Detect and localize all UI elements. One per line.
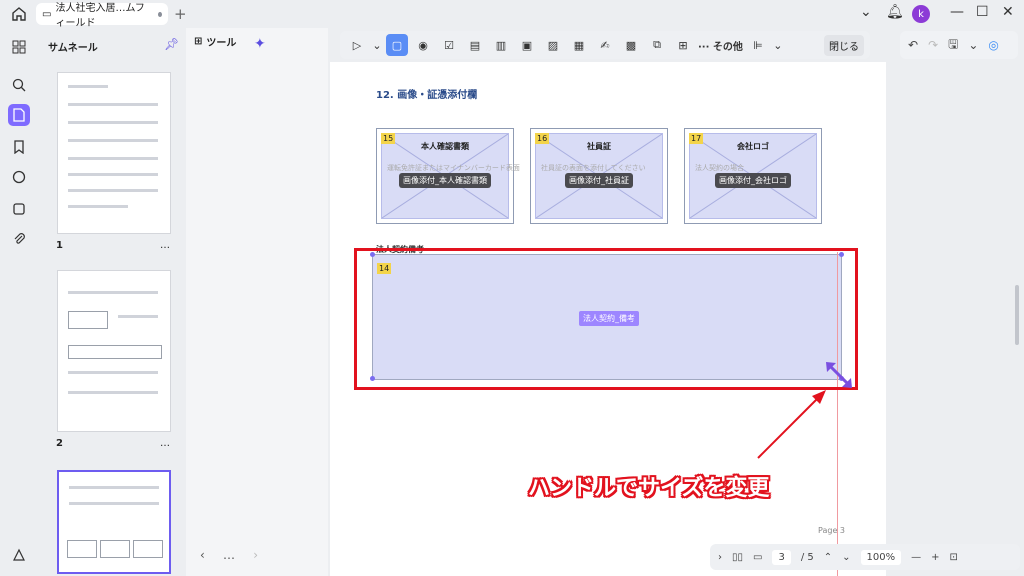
maximize-button[interactable]: ☐ [976, 4, 989, 20]
callout-arrow-icon [757, 390, 826, 459]
stamp-icon[interactable] [8, 198, 30, 220]
page-more-icon[interactable]: … [160, 240, 170, 251]
align-icon[interactable]: ⊫ [747, 34, 769, 56]
save-icon[interactable]: 🖫︎ [948, 35, 958, 56]
thumbnail-panel: サムネール 📌︎ 1 … 2 … [38, 28, 184, 576]
chevron-left-icon[interactable]: ‹ [200, 548, 205, 562]
presentation-icon[interactable]: ▭ [753, 552, 762, 563]
list-box-icon[interactable]: ▥ [490, 34, 512, 56]
minimize-button[interactable]: — [950, 4, 964, 20]
paperclip-icon[interactable] [8, 228, 30, 250]
image-field-icon[interactable]: ▢ [386, 34, 408, 56]
chevron-right-icon[interactable]: › [253, 548, 258, 562]
page-icon[interactable] [8, 104, 30, 126]
home-icon[interactable] [10, 5, 28, 23]
undo-icon[interactable]: ↶ [908, 38, 918, 52]
field-hint: 法人契約の場合 [695, 164, 744, 172]
field-label: 本人確認書類 [421, 142, 469, 151]
page-thumbnail-1[interactable] [57, 72, 171, 234]
more-icon[interactable]: … [223, 548, 235, 562]
reading-mode-icon[interactable]: ▯▯ [732, 552, 743, 563]
grid-icon[interactable] [8, 36, 30, 58]
checkbox-icon[interactable]: ☑ [438, 34, 460, 56]
grid-icon[interactable]: ⊞ [672, 34, 694, 56]
tab-close-dot[interactable] [158, 11, 162, 17]
close-toolbar-button[interactable]: 閉じる [824, 34, 864, 56]
comment-icon[interactable] [8, 166, 30, 188]
page-total: / 5 [800, 551, 814, 563]
scrollbar[interactable] [1015, 285, 1019, 345]
bell-icon[interactable]: 🔔︎ [886, 4, 904, 20]
sparkle-icon[interactable]: ✦ [254, 36, 266, 52]
image-icon[interactable]: ▨ [542, 34, 564, 56]
thumbnail-title: サムネール [48, 43, 98, 54]
close-window-button[interactable]: ✕ [1002, 4, 1014, 20]
barcode-icon[interactable]: ▩ [620, 34, 642, 56]
left-rail [0, 28, 38, 576]
field-hint: 運転免許証またはマイナンバーカード表面 [387, 164, 520, 172]
zoom-level[interactable]: 100% [860, 549, 902, 565]
avatar[interactable]: k [912, 5, 930, 23]
page-label: Page 3 [818, 526, 845, 535]
search-icon[interactable] [8, 74, 30, 96]
redo-icon[interactable]: ↷ [928, 38, 938, 52]
zoom-out-icon[interactable]: — [911, 552, 921, 563]
page-more-icon[interactable]: … [160, 438, 170, 449]
callout-text: ハンドルでサイズを変更 [528, 476, 770, 501]
field-name-chip: 画像添付_会社ロゴ [715, 173, 791, 188]
comment-icon: ▭ [42, 8, 52, 20]
tools-button[interactable]: ⊞ ツール [194, 34, 236, 49]
more-tools-label: その他 [712, 41, 743, 53]
page-number-1: 1 [56, 240, 63, 251]
pin-icon[interactable]: 📌︎ [164, 37, 179, 51]
zoom-in-icon[interactable]: + [931, 552, 939, 563]
chevron-down-icon[interactable]: ⌄ [372, 34, 382, 56]
chevron-down-icon[interactable]: ⌄ [842, 552, 850, 563]
page-thumbnail-2[interactable] [57, 270, 171, 432]
signature-icon[interactable]: ✍ [594, 34, 616, 56]
bookmark-icon[interactable] [8, 136, 30, 158]
field-label: 会社ロゴ [737, 142, 769, 151]
add-tab-button[interactable]: + [174, 5, 187, 23]
more-tools-button[interactable]: ··· その他 [698, 38, 743, 53]
form-toolbar: ▷ ⌄ ▢ ◉ ☑ ▤ ▥ ▣ ▨ ▦ ✍ ▩ ⧉ ⊞ ··· その他 ⊫ ⌄ … [340, 31, 870, 59]
image-field-id-document[interactable]: 15 本人確認書類 運転免許証またはマイナンバーカード表面 画像添付_本人確認書… [376, 128, 520, 224]
chevron-down-icon[interactable]: ⌄ [860, 4, 872, 20]
highlight-frame [354, 248, 858, 390]
field-hint: 社員証の表面を添付してください [541, 164, 646, 172]
expand-icon[interactable]: › [718, 552, 722, 563]
fit-page-icon[interactable]: ⊡ [950, 552, 958, 563]
chevron-down-icon[interactable]: ⌄ [968, 38, 978, 52]
page-navigation-bar: › ▯▯ ▭ 3 / 5 ⌃ ⌄ 100% — + ⊡ [710, 544, 1020, 570]
panel-pager: ‹ … › [194, 544, 264, 566]
field-name-chip: 画像添付_本人確認書類 [399, 173, 491, 188]
pointer-icon[interactable]: ▷ [346, 34, 368, 56]
chevron-down-icon[interactable]: ⌄ [773, 34, 783, 56]
duplicate-icon[interactable]: ⧉ [646, 34, 668, 56]
sync-icon[interactable]: ◎ [988, 38, 998, 52]
toolbox-icon: ⊞ [194, 36, 203, 47]
resize-arrow-icon [826, 362, 852, 388]
chevron-up-icon[interactable]: ⌃ [824, 552, 832, 563]
date-icon[interactable]: ▦ [568, 34, 590, 56]
radio-button-icon[interactable]: ◉ [412, 34, 434, 56]
page-input[interactable]: 3 [772, 549, 791, 565]
field-name-chip: 画像添付_社員証 [565, 173, 633, 188]
page-number-2: 2 [56, 438, 63, 449]
history-bar: ↶ ↷ 🖫︎ ⌄ ◎ [900, 31, 1018, 59]
page-thumbnail-3[interactable] [57, 470, 171, 574]
image-field-employee-id[interactable]: 16 社員証 社員証の表面を添付してください 画像添付_社員証 [530, 128, 668, 224]
title-bar: ▭ 法人社宅入居…ムフィールド + ⌄ 🔔︎ k — ☐ ✕ [0, 0, 1024, 29]
field-label: 社員証 [587, 142, 611, 151]
tools-label: ツール [206, 38, 237, 49]
layers-icon[interactable] [8, 544, 30, 566]
document-tab[interactable]: ▭ 法人社宅入居…ムフィールド [36, 3, 168, 29]
tab-title: 法人社宅入居…ムフィールド [55, 3, 145, 29]
section-title: 12. 画像・証憑添付欄 [376, 90, 478, 101]
tool-panel: ⊞ ツール ✦ ‹ … › [186, 28, 328, 576]
button-field-icon[interactable]: ▣ [516, 34, 538, 56]
image-field-company-logo[interactable]: 17 会社ロゴ 法人契約の場合 画像添付_会社ロゴ [684, 128, 822, 224]
text-field-icon[interactable]: ▤ [464, 34, 486, 56]
